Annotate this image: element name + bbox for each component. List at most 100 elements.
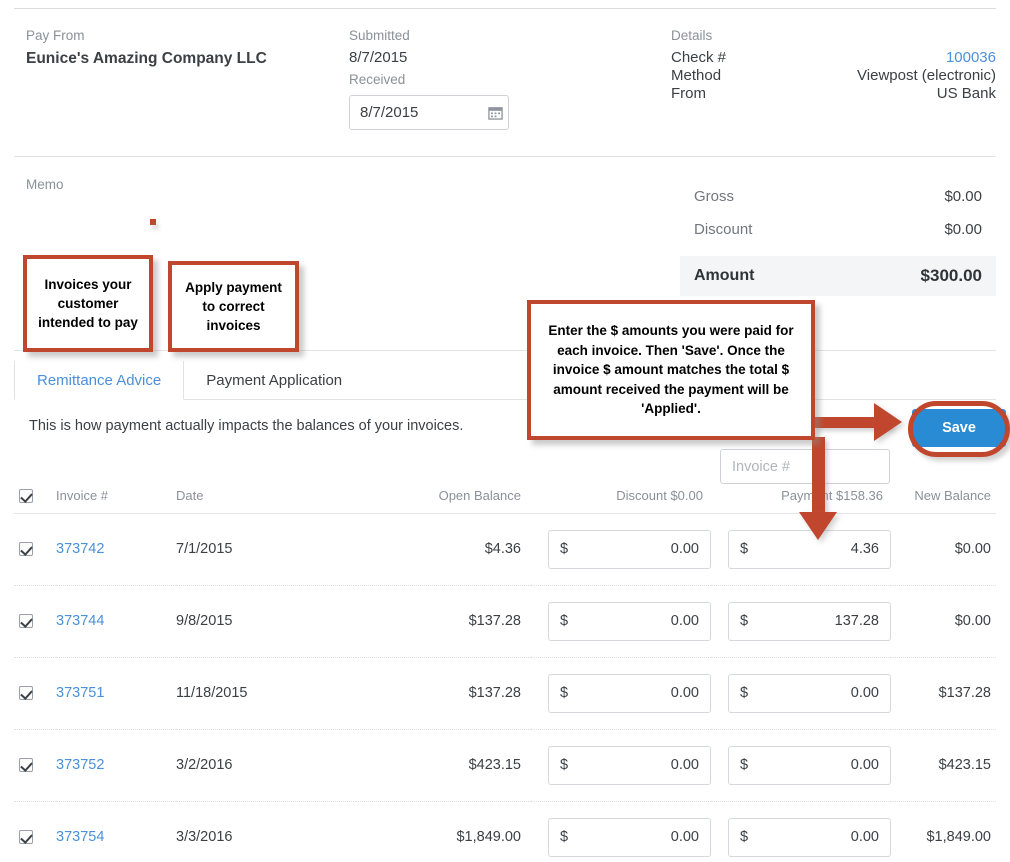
payment-value: 0.00 (850, 685, 879, 702)
currency-symbol: $ (740, 829, 749, 846)
table-body: 373742 7/1/2015 $4.36 $0.00 $4.36 $0.00 373744… (14, 513, 996, 862)
payment-input[interactable]: $137.28 (728, 601, 891, 641)
details-row-method: Method Viewpost (electronic) (671, 67, 996, 84)
invoice-search-input[interactable] (720, 449, 890, 484)
header-date: Date (176, 487, 356, 514)
invoice-link[interactable]: 373751 (56, 685, 104, 701)
details-row-from: From US Bank (671, 85, 996, 102)
red-dot-marker (150, 219, 156, 225)
payment-input[interactable]: $0.00 (728, 817, 891, 857)
row-checkbox[interactable] (19, 758, 33, 773)
row-date-cell: 3/2/2016 (176, 729, 356, 802)
totals-block: Gross $0.00 Discount $0.00 Amount $300.0… (680, 180, 996, 296)
row-select-cell (14, 657, 56, 730)
annotation-callout-enter-amounts: Enter the $ amounts you were paid for ea… (527, 300, 815, 440)
check-number-link[interactable]: 100036 (946, 49, 996, 66)
row-discount-cell: $0.00 (531, 585, 711, 658)
row-new-balance-cell: $1,849.00 (926, 829, 991, 846)
discount-value: 0.00 (670, 829, 699, 846)
discount-value: 0.00 (670, 613, 699, 630)
payment-input[interactable]: $0.00 (728, 745, 891, 785)
amount-value: $300.00 (920, 266, 982, 285)
annotation-callout-invoices-intended: Invoices your customer intended to pay (23, 255, 153, 352)
invoice-link[interactable]: 373742 (56, 541, 104, 557)
invoice-link[interactable]: 373754 (56, 829, 104, 845)
details-block: Details Check # 100036 Method Viewpost (… (671, 27, 996, 102)
row-checkbox[interactable] (19, 686, 33, 701)
row-date-cell: 11/18/2015 (176, 657, 356, 730)
payment-application-page: Pay From Eunice's Amazing Company LLC Su… (0, 0, 1010, 862)
table-header-row: Invoice # Date Open Balance Discount $0.… (14, 487, 996, 514)
currency-symbol: $ (560, 829, 569, 846)
payment-value: 4.36 (850, 541, 879, 558)
row-new-balance-cell: $137.28 (891, 657, 996, 730)
row-select-cell (14, 513, 56, 586)
header-new-balance: New Balance (891, 487, 996, 514)
discount-input[interactable]: $0.00 (548, 817, 711, 857)
row-checkbox[interactable] (19, 614, 33, 629)
row-invoice-cell: 373752 (56, 729, 176, 802)
received-date-field[interactable]: 8/7/2015 (349, 95, 509, 130)
pay-from-label: Pay From (26, 28, 85, 43)
header-divider (14, 156, 996, 157)
discount-value: 0.00 (670, 757, 699, 774)
currency-symbol: $ (740, 757, 749, 774)
row-new-balance-cell: $0.00 (891, 585, 996, 658)
payment-input[interactable]: $0.00 (728, 673, 891, 713)
discount-label: Discount (694, 221, 753, 238)
pay-from-value: Eunice's Amazing Company LLC (26, 50, 267, 67)
tab-description: This is how payment actually impacts the… (29, 418, 464, 434)
row-discount-cell: $0.00 (531, 729, 711, 802)
invoice-link[interactable]: 373744 (56, 613, 104, 629)
row-open-balance-cell: $1,849.00 (456, 829, 521, 846)
row-open-balance-cell: $4.36 (356, 513, 531, 586)
row-payment-cell: $0.00 (711, 657, 891, 730)
row-discount-cell: $0.00 (531, 657, 711, 730)
header-invoice: Invoice # (56, 487, 176, 514)
row-checkbox[interactable] (19, 830, 33, 845)
tab-remittance-advice[interactable]: Remittance Advice (14, 361, 185, 400)
header-open-balance: Open Balance (356, 487, 531, 514)
details-key-method: Method (671, 67, 722, 84)
row-date-cell: 9/8/2015 (176, 585, 356, 658)
table-row: 373744 9/8/2015 $137.28 $0.00 $137.28 $0.00 (14, 585, 996, 658)
totals-divider (14, 350, 996, 351)
gross-label: Gross (694, 188, 735, 205)
tabs-bar: Remittance Advice Payment Application (14, 361, 996, 400)
calendar-icon[interactable] (482, 96, 508, 129)
received-label: Received (349, 72, 406, 87)
header-discount: Discount $0.00 (531, 487, 711, 514)
amount-label: Amount (694, 267, 755, 284)
discount-input[interactable]: $0.00 (548, 601, 711, 641)
invoice-link[interactable]: 373752 (56, 757, 104, 773)
discount-input[interactable]: $0.00 (548, 673, 711, 713)
select-all-checkbox[interactable] (19, 488, 33, 503)
row-select-cell (14, 585, 56, 658)
currency-symbol: $ (740, 613, 749, 630)
totals-row-gross: Gross $0.00 (680, 180, 996, 213)
row-discount-cell: $0.00 (531, 801, 711, 862)
row-payment-cell: $0.00 (711, 729, 891, 802)
currency-symbol: $ (740, 685, 749, 702)
row-checkbox[interactable] (19, 542, 33, 557)
discount-value: $0.00 (944, 221, 982, 238)
discount-value: 0.00 (670, 541, 699, 558)
submitted-block: Submitted 8/7/2015 Received (349, 27, 410, 88)
row-select-cell (14, 801, 56, 862)
select-all-header (14, 487, 56, 514)
row-open-balance-cell: $423.15 (356, 729, 531, 802)
discount-input[interactable]: $0.00 (548, 529, 711, 569)
submitted-label: Submitted (349, 28, 410, 43)
table-row: 373752 3/2/2016 $423.15 $0.00 $0.00 $423.15 (14, 729, 996, 802)
row-open-balance-cell: $137.28 (356, 585, 531, 658)
annotation-arrow-right-head (874, 403, 902, 441)
row-date-cell: 7/1/2015 (176, 513, 356, 586)
save-button[interactable]: Save (912, 409, 1006, 447)
discount-input[interactable]: $0.00 (548, 745, 711, 785)
memo-label: Memo (26, 177, 64, 192)
currency-symbol: $ (560, 541, 569, 558)
row-payment-cell: $137.28 (711, 585, 891, 658)
table-row: 373742 7/1/2015 $4.36 $0.00 $4.36 $0.00 (14, 513, 996, 586)
tab-payment-application[interactable]: Payment Application (184, 361, 364, 400)
row-open-balance-cell: $137.28 (356, 657, 531, 730)
